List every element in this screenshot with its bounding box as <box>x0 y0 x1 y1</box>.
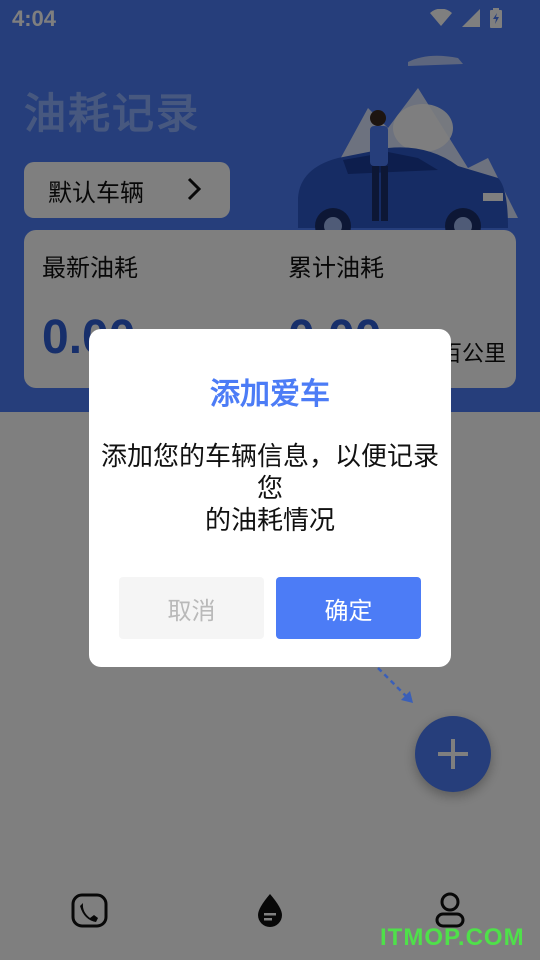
dialog-message-line: 添加您的车辆信息，以便记录 <box>100 442 439 472</box>
watermark-text: ITMOP.COM <box>380 924 525 951</box>
hint-arrow-icon <box>377 667 413 703</box>
dialog-message-line: 您 <box>256 474 283 504</box>
dialog-title: 添加爱车 <box>210 377 330 412</box>
add-vehicle-dialog: 添加爱车 添加您的车辆信息，以便记录 您 的油耗情况 取消 确定 <box>89 329 451 667</box>
cancel-button[interactable]: 取消 <box>119 577 264 639</box>
dialog-message: 添加您的车辆信息，以便记录 您 的油耗情况 <box>95 441 445 537</box>
confirm-button[interactable]: 确定 <box>276 577 421 639</box>
dialog-message-line: 的油耗情况 <box>204 506 335 536</box>
